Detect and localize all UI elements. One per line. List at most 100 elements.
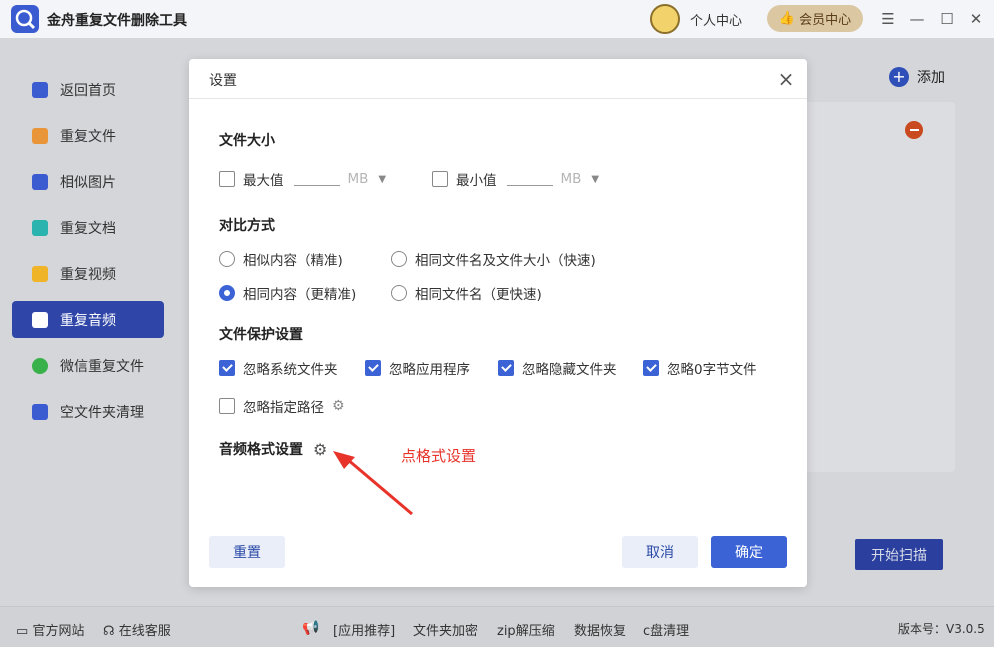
sidebar-item-duplicate-files[interactable]: 重复文件 (12, 117, 164, 154)
min-size-label: 最小值 (456, 173, 497, 189)
zip-extract-link[interactable]: zip解压缩 (497, 620, 555, 639)
plus-icon: + (889, 67, 909, 87)
radio-same-content[interactable] (219, 285, 235, 301)
sidebar-item-similar-images[interactable]: 相似图片 (12, 163, 164, 200)
gear-icon[interactable]: ⚙ (332, 398, 345, 414)
radio-same-name-size[interactable] (391, 251, 407, 267)
empty-folder-icon (32, 403, 48, 420)
settings-dialog: 设置 × 文件大小 最大值 MB ▼ 最小值 MB ▼ 对比方式 相似内容（精准… (189, 59, 807, 587)
vip-center-label: 会员中心 (799, 13, 852, 28)
compare-option-same-name-size[interactable]: 相同文件名及文件大小（快速) (391, 249, 596, 269)
compare-option-same-name[interactable]: 相同文件名（更快速) (391, 283, 542, 303)
sidebar-item-duplicate-docs[interactable]: 重复文档 (12, 209, 164, 246)
min-size-input[interactable] (506, 172, 553, 186)
ignore-hidden-checkbox[interactable] (498, 360, 514, 376)
start-scan-button[interactable]: 开始扫描 (855, 539, 943, 570)
sidebar-item-label: 相似图片 (60, 174, 116, 191)
data-recovery-link[interactable]: 数据恢复 (574, 620, 626, 639)
service-label: 在线客服 (118, 624, 171, 639)
online-service-link[interactable]: ☊ 在线客服 (103, 620, 171, 639)
website-label: 官方网站 (32, 624, 85, 639)
app-recommend-label: [应用推荐] (333, 624, 396, 639)
video-icon (32, 265, 48, 282)
user-center-link[interactable]: 个人中心 (690, 10, 742, 29)
home-icon (32, 81, 48, 98)
sidebar-item-wechat-duplicates[interactable]: 微信重复文件 (12, 347, 164, 384)
close-icon[interactable]: × (776, 69, 796, 89)
compare-label: 相同内容（更精准) (243, 287, 357, 303)
official-website-link[interactable]: ▭ 官方网站 (16, 620, 84, 639)
app-logo (11, 5, 39, 33)
close-window-icon[interactable]: ✕ (965, 8, 987, 30)
sidebar-item-label: 空文件夹清理 (60, 404, 144, 421)
sidebar-item-label: 微信重复文件 (60, 358, 144, 375)
cancel-button[interactable]: 取消 (622, 536, 698, 568)
reset-button[interactable]: 重置 (209, 536, 285, 568)
protect-label: 忽略系统文件夹 (243, 362, 338, 378)
max-size-unit: MB (347, 171, 369, 187)
gear-icon[interactable]: ⚙ (313, 440, 327, 459)
annotation-label: 点格式设置 (401, 447, 477, 465)
wechat-icon (32, 357, 48, 374)
remove-icon[interactable] (905, 121, 923, 139)
audio-format-heading: 音频格式设置 (219, 442, 303, 458)
compare-label: 相同文件名（更快速) (415, 287, 542, 303)
protect-option-path[interactable]: 忽略指定路径 ⚙ (219, 396, 345, 416)
max-size-input[interactable] (293, 172, 340, 186)
max-size-option[interactable]: 最大值 MB ▼ (219, 169, 386, 189)
sidebar-item-label: 重复文件 (60, 128, 116, 145)
protect-option-hidden[interactable]: 忽略隐藏文件夹 (498, 358, 617, 378)
compare-label: 相似内容（精准) (243, 253, 343, 269)
protect-label: 忽略应用程序 (389, 362, 470, 378)
ignore-zero-byte-checkbox[interactable] (643, 360, 659, 376)
protect-heading: 文件保护设置 (219, 327, 303, 343)
protect-option-apps[interactable]: 忽略应用程序 (365, 358, 470, 378)
min-size-option[interactable]: 最小值 MB ▼ (432, 169, 599, 189)
sidebar-item-duplicate-audio[interactable]: 重复音频 (12, 301, 164, 338)
menu-icon[interactable]: ☰ (877, 8, 899, 30)
confirm-button[interactable]: 确定 (711, 536, 787, 568)
sidebar-item-label: 重复文档 (60, 220, 116, 237)
radio-similar-content[interactable] (219, 251, 235, 267)
sidebar-item-duplicate-videos[interactable]: 重复视频 (12, 255, 164, 292)
max-size-label: 最大值 (243, 173, 284, 189)
sidebar-item-label: 返回首页 (60, 82, 116, 99)
min-size-checkbox[interactable] (432, 171, 448, 187)
avatar[interactable] (650, 4, 680, 34)
dialog-title: 设置 (209, 73, 237, 89)
ignore-path-checkbox[interactable] (219, 398, 235, 414)
protect-label: 忽略指定路径 (243, 400, 324, 416)
sidebar-item-home[interactable]: 返回首页 (12, 71, 164, 108)
compare-option-similar-content[interactable]: 相似内容（精准) (219, 249, 343, 269)
sidebar-item-label: 重复音频 (60, 312, 116, 329)
add-button[interactable]: + 添加 (889, 67, 945, 87)
document-icon (32, 219, 48, 236)
audio-icon (32, 311, 48, 328)
protect-option-system[interactable]: 忽略系统文件夹 (219, 358, 338, 378)
sidebar-item-label: 重复视频 (60, 266, 116, 283)
minimize-icon[interactable]: — (906, 8, 928, 30)
protect-label: 忽略0字节文件 (667, 362, 757, 378)
add-label: 添加 (917, 70, 945, 86)
sidebar-item-empty-folders[interactable]: 空文件夹清理 (12, 393, 164, 430)
compare-label: 相同文件名及文件大小（快速) (415, 253, 596, 269)
vip-center-button[interactable]: 👍 会员中心 (767, 5, 863, 32)
dialog-header (189, 59, 807, 99)
min-size-unit: MB (560, 171, 582, 187)
max-size-checkbox[interactable] (219, 171, 235, 187)
maximize-icon[interactable]: ☐ (936, 8, 958, 30)
chevron-down-icon[interactable]: ▼ (591, 174, 599, 185)
protect-option-zero-byte[interactable]: 忽略0字节文件 (643, 358, 757, 378)
app-title: 金舟重复文件删除工具 (47, 13, 187, 29)
protect-label: 忽略隐藏文件夹 (522, 362, 617, 378)
chevron-down-icon[interactable]: ▼ (378, 174, 386, 185)
folder-encrypt-link[interactable]: 文件夹加密 (413, 620, 478, 639)
compare-option-same-content[interactable]: 相同内容（更精准) (219, 283, 356, 303)
compare-heading: 对比方式 (219, 218, 275, 234)
c-drive-clean-link[interactable]: c盘清理 (643, 620, 689, 639)
radio-same-name[interactable] (391, 285, 407, 301)
megaphone-icon: 📢 (302, 620, 320, 636)
ignore-system-checkbox[interactable] (219, 360, 235, 376)
ignore-apps-checkbox[interactable] (365, 360, 381, 376)
audio-format-setting: 音频格式设置 ⚙ (219, 439, 327, 459)
